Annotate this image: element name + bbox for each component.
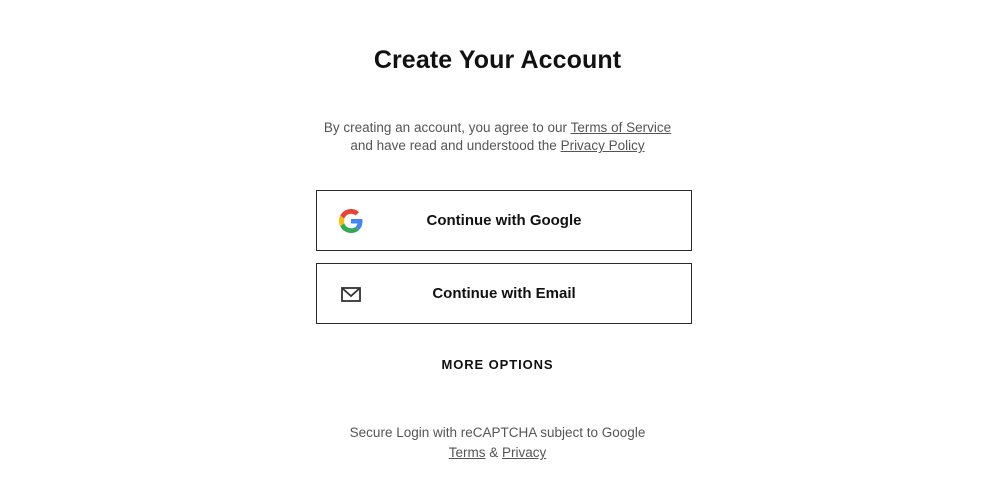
terms-agreement: By creating an account, you agree to our… <box>0 119 995 155</box>
recaptcha-privacy-link[interactable]: Privacy <box>502 445 546 460</box>
privacy-policy-link[interactable]: Privacy Policy <box>561 138 645 153</box>
recaptcha-notice: Secure Login with reCAPTCHA subject to G… <box>0 423 995 463</box>
agreement-text-before: By creating an account, you agree to our <box>323 120 571 135</box>
page-title: Create Your Account <box>373 46 622 74</box>
agreement-line-2: and have read and understood the Privacy… <box>0 137 995 155</box>
recaptcha-links: Terms & Privacy <box>0 443 995 463</box>
continue-with-email-button[interactable]: Continue with Email <box>316 263 692 324</box>
google-button-label: Continue with Google <box>426 212 582 229</box>
agreement-line-1: By creating an account, you agree to our… <box>0 119 995 137</box>
continue-with-google-button[interactable]: Continue with Google <box>316 190 692 251</box>
email-button-label: Continue with Email <box>432 285 576 302</box>
more-options-button[interactable]: MORE OPTIONS <box>0 357 995 372</box>
create-account-page: Create Your Account By creating an accou… <box>0 0 995 504</box>
terms-of-service-link[interactable]: Terms of Service <box>571 120 672 135</box>
recaptcha-terms-link[interactable]: Terms <box>449 445 486 460</box>
recaptcha-separator: & <box>485 445 502 460</box>
recaptcha-text: Secure Login with reCAPTCHA subject to G… <box>349 425 646 440</box>
agreement-text-middle: and have read and understood the <box>350 138 561 153</box>
